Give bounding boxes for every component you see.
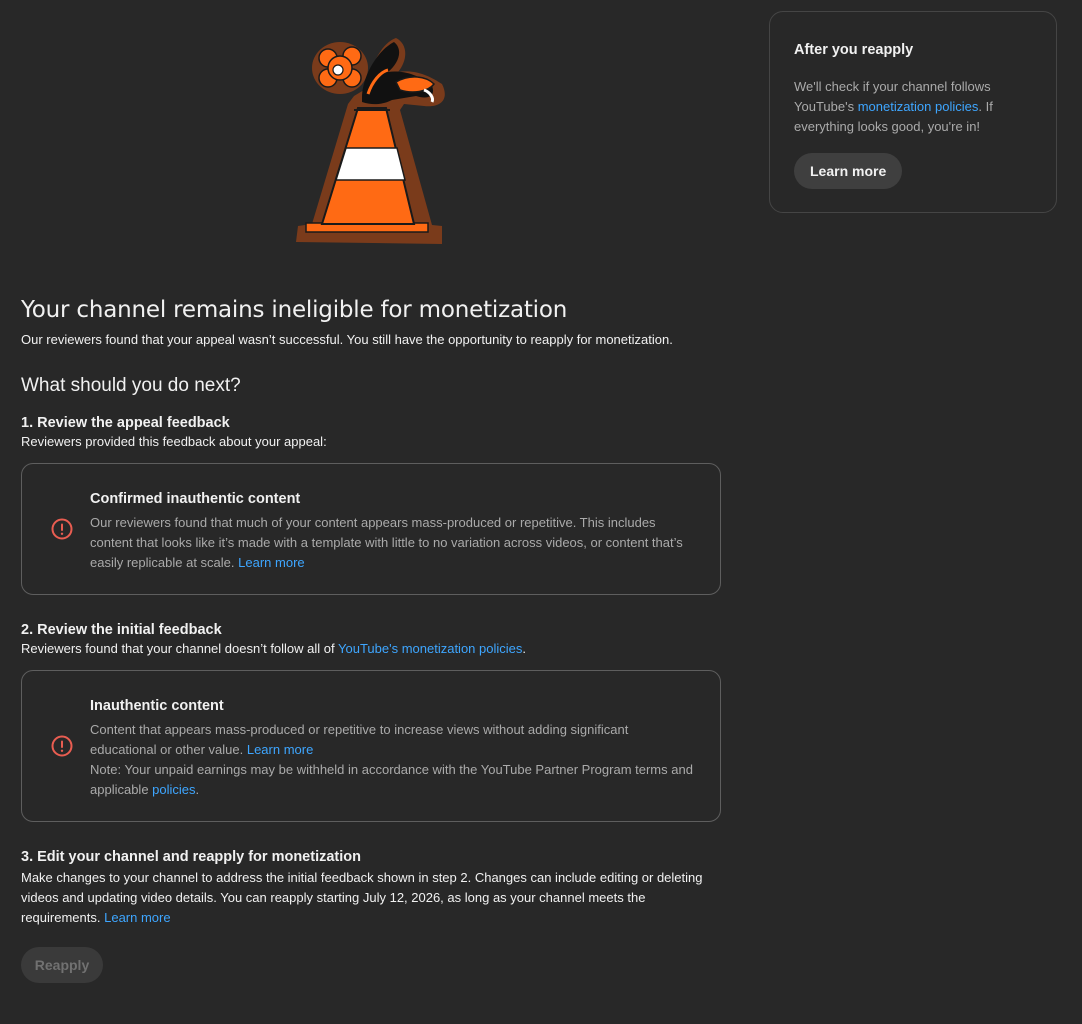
initial-feedback-title: Inauthentic content — [90, 698, 224, 714]
alert-circle-icon — [51, 518, 73, 540]
appeal-feedback-card: Confirmed inauthentic content Our review… — [21, 463, 721, 595]
next-steps-heading: What should you do next? — [21, 375, 241, 396]
initial-learn-more-link[interactable]: Learn more — [247, 742, 313, 757]
step-2-desc-text: Reviewers found that your channel doesn’… — [21, 641, 339, 656]
appeal-feedback-title: Confirmed inauthentic content — [90, 491, 301, 507]
policies-link[interactable]: policies — [152, 782, 195, 797]
traffic-cone-illustration — [296, 38, 445, 244]
after-reapply-body: We'll check if your channel follows YouT… — [794, 77, 1032, 137]
main-content: Your channel remains ineligible for mone… — [21, 295, 721, 983]
appeal-feedback-text: Our reviewers found that much of your co… — [90, 515, 683, 570]
learn-more-button[interactable]: Learn more — [794, 153, 903, 189]
step-3: 3. Edit your channel and reapply for mon… — [21, 847, 721, 983]
initial-feedback-text: Content that appears mass-produced or re… — [90, 722, 629, 757]
page-title: Your channel remains ineligible for mone… — [21, 297, 568, 323]
after-reapply-title: After you reapply — [794, 42, 914, 58]
alert-circle-icon — [51, 735, 73, 757]
appeal-feedback-body: Our reviewers found that much of your co… — [90, 513, 698, 573]
appeal-learn-more-link[interactable]: Learn more — [238, 555, 304, 570]
leaf-shape — [362, 42, 434, 105]
step-1-title: 1. Review the appeal feedback — [21, 415, 230, 431]
monetization-status-page: Your channel remains ineligible for mone… — [0, 0, 1082, 1024]
step-3-learn-more-link[interactable]: Learn more — [104, 910, 170, 925]
initial-feedback-body: Content that appears mass-produced or re… — [90, 720, 698, 800]
after-reapply-card: After you reapply We'll check if your ch… — [769, 11, 1057, 213]
page-subtitle: Our reviewers found that your appeal was… — [21, 332, 673, 347]
step-3-title: 3. Edit your channel and reapply for mon… — [21, 849, 361, 865]
reapply-button[interactable]: Reapply — [21, 947, 103, 983]
step-2-desc-suffix: . — [522, 641, 526, 656]
step-2: 2. Review the initial feedback Reviewers… — [21, 620, 721, 822]
earnings-note-suffix: . — [195, 782, 200, 797]
step-1-description: Reviewers provided this feedback about y… — [21, 434, 327, 449]
step-2-title: 2. Review the initial feedback — [21, 622, 222, 638]
initial-feedback-card: Inauthentic content Content that appears… — [21, 670, 721, 822]
step-2-description: Reviewers found that your channel doesn’… — [21, 640, 721, 658]
side-monetization-policies-link[interactable]: monetization policies — [858, 99, 979, 114]
monetization-policies-link[interactable]: YouTube's monetization policies — [338, 641, 522, 656]
step-1: 1. Review the appeal feedback Reviewers … — [21, 413, 721, 595]
step-3-description: Make changes to your channel to address … — [21, 868, 721, 928]
cone-stripe — [334, 147, 406, 181]
